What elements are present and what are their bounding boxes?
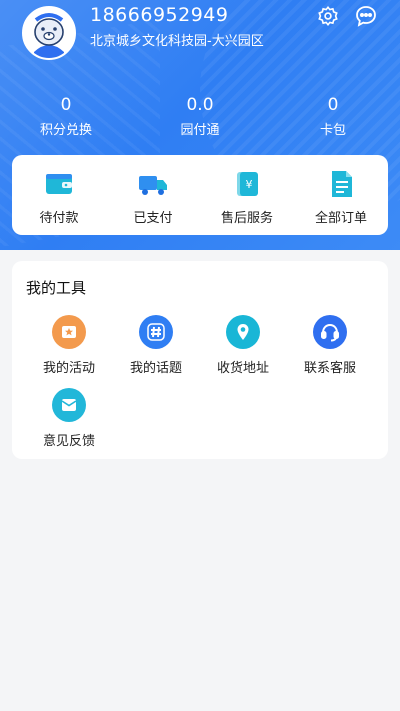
avatar[interactable]: [22, 6, 76, 60]
stat-value: 0: [60, 95, 72, 115]
tool-feedback[interactable]: 意见反馈: [29, 388, 109, 449]
stat-value: 0.0: [186, 95, 214, 115]
tool-label: 意见反馈: [42, 434, 95, 449]
order-paid[interactable]: 已支付: [113, 169, 193, 226]
settings-icon[interactable]: [316, 4, 340, 28]
user-phone: 18666952949: [90, 4, 229, 26]
feedback-icon: [52, 388, 86, 422]
tool-label: 收货地址: [216, 361, 269, 376]
tool-label: 我的活动: [42, 361, 95, 376]
order-label: 全部订单: [314, 211, 367, 226]
order-label: 待付款: [39, 211, 79, 226]
stat-value: 0: [327, 95, 339, 115]
activity-icon: [52, 315, 86, 349]
location-icon: [226, 315, 260, 349]
receipt-icon: ¥: [232, 169, 262, 199]
stat-park-pay[interactable]: 0.0 园付通: [155, 95, 245, 138]
order-pending-payment[interactable]: 待付款: [19, 169, 99, 226]
tools-card: 我的工具 我的活动 我的话题 收货地址 联系客服 意见反馈: [12, 261, 388, 459]
stat-points[interactable]: 0 积分兑换: [21, 95, 111, 138]
stat-label: 积分兑换: [39, 123, 92, 138]
orders-card: 待付款 已支付 ¥ 售后服务 全部订单: [12, 155, 388, 235]
stat-label: 园付通: [180, 123, 220, 138]
headset-icon: [313, 315, 347, 349]
wallet-icon: [44, 169, 74, 199]
document-icon: [326, 169, 356, 199]
order-label: 售后服务: [220, 211, 273, 226]
tool-customer-service[interactable]: 联系客服: [290, 315, 370, 376]
hashtag-icon: [139, 315, 173, 349]
truck-icon: [138, 169, 168, 199]
stat-label: 卡包: [319, 123, 346, 138]
stat-card-wallet[interactable]: 0 卡包: [288, 95, 378, 138]
user-organization: 北京城乡文化科技园-大兴园区: [90, 34, 264, 49]
svg-text:¥: ¥: [246, 178, 253, 191]
tool-label: 联系客服: [303, 361, 356, 376]
tools-title: 我的工具: [26, 279, 87, 297]
order-all[interactable]: 全部订单: [301, 169, 381, 226]
tool-shipping-address[interactable]: 收货地址: [203, 315, 283, 376]
tool-my-activities[interactable]: 我的活动: [29, 315, 109, 376]
order-after-sales[interactable]: ¥ 售后服务: [207, 169, 287, 226]
tool-label: 我的话题: [129, 361, 182, 376]
message-icon[interactable]: [354, 4, 378, 28]
tool-my-topics[interactable]: 我的话题: [116, 315, 196, 376]
order-label: 已支付: [133, 211, 173, 226]
stats-row: 0 积分兑换 0.0 园付通 0 卡包: [0, 95, 400, 145]
